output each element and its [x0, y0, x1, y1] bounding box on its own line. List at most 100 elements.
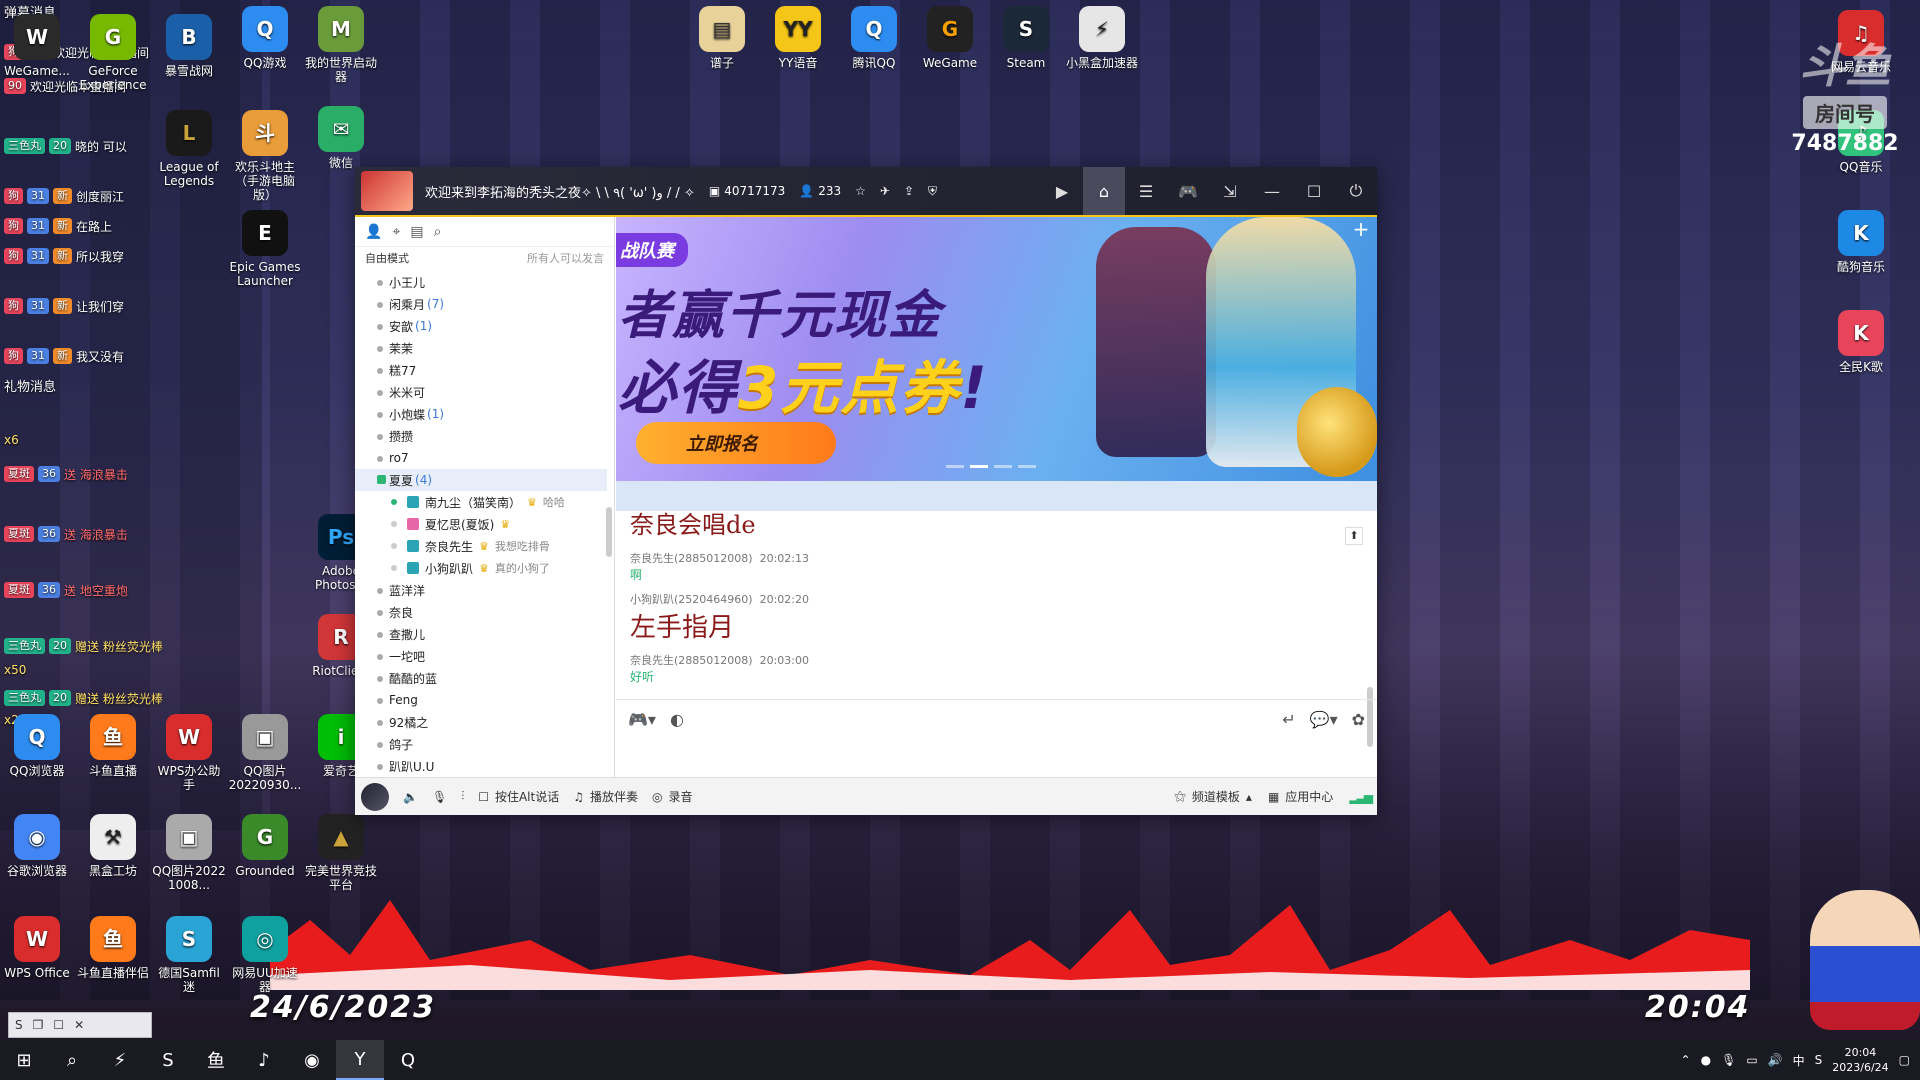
search-icon[interactable]: ⌕: [434, 224, 442, 240]
channel-user[interactable]: 小狗趴趴 ♛ 真的小狗了: [355, 557, 607, 579]
desktop-icon-douyu-companion[interactable]: 鱼斗鱼直播伴侣: [76, 916, 150, 980]
desktop-icon-wegame[interactable]: G WeGame: [913, 6, 987, 70]
qq-taskbar-icon[interactable]: Q: [384, 1040, 432, 1080]
desktop-icon-xiaoheihe[interactable]: ⚡ 小黑盒加速器: [1065, 6, 1139, 70]
desktop-icon-qqgame[interactable]: Q QQ游戏: [228, 6, 302, 70]
channel-item[interactable]: 鸽子: [355, 733, 607, 755]
app-center-button[interactable]: ▦ 应用中心: [1268, 788, 1333, 805]
flower-icon[interactable]: ✿: [1352, 710, 1365, 729]
promo-banner[interactable]: 战队赛 者赢千元现金 必得3元点券! 立即报名 +: [616, 217, 1377, 481]
mic-tray-icon[interactable]: 🎙: [1721, 1053, 1736, 1067]
channel-item[interactable]: 蓝洋洋: [355, 579, 607, 601]
list-icon[interactable]: ☰: [1125, 167, 1167, 215]
taskbar-preview[interactable]: S ❐ ☐ ✕: [8, 1012, 152, 1038]
checkbox-icon[interactable]: ☐: [478, 790, 489, 804]
desktop-icon-quanminkge[interactable]: K 全民K歌: [1824, 310, 1898, 374]
close-icon[interactable]: ✕: [74, 1018, 84, 1032]
add-icon[interactable]: +: [1351, 219, 1371, 239]
scroll-top-button[interactable]: ⬆: [1345, 527, 1363, 545]
chat-bubble-icon[interactable]: 💬▾: [1310, 710, 1338, 729]
ime-indicator[interactable]: 中: [1793, 1052, 1805, 1069]
location-icon[interactable]: ⌖: [392, 224, 400, 240]
desktop-icon-scores[interactable]: ▤ 谱子: [685, 6, 759, 70]
chat-sender[interactable]: 奈良先生(2885012008): [630, 552, 753, 565]
xiaoheihe-taskbar-icon[interactable]: ⚡: [96, 1040, 144, 1080]
desktop-icon-wechat[interactable]: ✉ 微信: [304, 106, 378, 170]
channel-item[interactable]: 一坨吧: [355, 645, 607, 667]
chevron-up-icon[interactable]: ⌃: [1681, 1053, 1691, 1067]
browser-taskbar-icon[interactable]: ◉: [288, 1040, 336, 1080]
desktop-icon-heihe-workshop[interactable]: ⚒ 黑盒工坊: [76, 814, 150, 878]
channel-item[interactable]: 小炮蝶 (1): [355, 403, 607, 425]
channel-item[interactable]: 小王儿: [355, 271, 607, 293]
airplane-icon[interactable]: ✈: [880, 184, 890, 198]
video-icon[interactable]: ▶: [1041, 167, 1083, 215]
channel-scrollbar[interactable]: [606, 507, 612, 557]
channel-user[interactable]: 夏忆思(夏饭) ♛: [355, 513, 607, 535]
desktop-icon-wps-office[interactable]: W WPS Office: [0, 916, 74, 980]
desktop-icon-wps-assistant[interactable]: W WPS办公助手: [152, 714, 226, 792]
channel-item[interactable]: 酷酷的蓝: [355, 667, 607, 689]
gamepad-icon[interactable]: 🎮: [1167, 167, 1209, 215]
collapse-icon[interactable]: ⇲: [1209, 167, 1251, 215]
channel-item[interactable]: 攒攒: [355, 425, 607, 447]
desktop-icon-qq-image-2[interactable]: ▣ QQ图片2022 1008...: [152, 814, 226, 892]
start-icon[interactable]: ⊞: [0, 1040, 48, 1080]
speak-mode[interactable]: 自由模式 所有人可以发言: [355, 247, 614, 269]
notes-icon[interactable]: ▤: [410, 224, 423, 240]
microphone-icon[interactable]: 🎙: [432, 790, 447, 804]
desktop-icon-chrome[interactable]: ◉ 谷歌浏览器: [0, 814, 74, 878]
share-icon[interactable]: ⇪: [904, 184, 914, 198]
desktop-icon-perfect-world[interactable]: ▲ 完美世界竞技平台: [304, 814, 378, 892]
channel-item[interactable]: 趴趴U.U: [355, 755, 607, 777]
network-icon[interactable]: ▭: [1746, 1053, 1757, 1067]
shield-icon[interactable]: ⛨: [928, 184, 937, 199]
desktop-icon-grounded[interactable]: G Grounded: [228, 814, 302, 878]
channel-item[interactable]: 安歆 (1): [355, 315, 607, 337]
search-icon[interactable]: ⌕: [48, 1040, 96, 1080]
volume-icon[interactable]: 🔊: [1768, 1053, 1783, 1067]
tray-app-icon[interactable]: ●: [1701, 1053, 1711, 1067]
favorite-icon[interactable]: ☆: [855, 184, 866, 198]
maximize-icon[interactable]: ☐: [53, 1018, 64, 1032]
desktop-icon-battlenet[interactable]: B 暴雪战网: [152, 14, 226, 78]
channel-item[interactable]: 奈良: [355, 601, 607, 623]
power-icon[interactable]: ⏻: [1335, 167, 1377, 215]
person-icon[interactable]: 👤: [365, 224, 382, 240]
desktop-icon-geforce[interactable]: G GeForce Experience: [76, 14, 150, 92]
channel-item[interactable]: 92橘之: [355, 711, 607, 733]
maximize-icon[interactable]: ☐: [1293, 167, 1335, 215]
channel-template-button[interactable]: ⚝ 频道模板 ▴: [1174, 788, 1252, 805]
yy-taskbar-icon[interactable]: Y: [336, 1040, 384, 1080]
speaker-icon[interactable]: 🔈: [403, 790, 418, 804]
steam-taskbar-icon[interactable]: S: [144, 1040, 192, 1080]
channel-item[interactable]: Feng: [355, 689, 607, 711]
desktop-icon-uu-booster[interactable]: ◎ 网易UU加速器: [228, 916, 302, 994]
desktop-icon-doudizhu[interactable]: 斗欢乐斗地主（手游电脑版）: [228, 110, 302, 202]
channel-user[interactable]: 奈良先生 ♛ 我想吃排骨: [355, 535, 607, 557]
desktop-icon-lol[interactable]: L League of Legends: [152, 110, 226, 188]
channel-item[interactable]: 茉茉: [355, 337, 607, 359]
notification-icon[interactable]: ▢: [1899, 1053, 1910, 1067]
channel-item[interactable]: 查撒儿: [355, 623, 607, 645]
self-avatar[interactable]: [361, 782, 389, 811]
desktop-icon-qq[interactable]: Q 腾讯QQ: [837, 6, 911, 70]
desktop-icon-wegame-left[interactable]: W WeGame...: [0, 14, 74, 78]
gamepad-emoji-icon[interactable]: 🎮▾: [628, 710, 656, 729]
window-icon[interactable]: ❐: [33, 1018, 44, 1032]
desktop-icon-steam[interactable]: S Steam: [989, 6, 1063, 70]
equalizer-icon[interactable]: ⫶: [461, 789, 464, 804]
chat-sender[interactable]: 奈良先生(2885012008): [630, 654, 753, 667]
desktop-icon-epic[interactable]: E Epic Games Launcher: [228, 210, 302, 288]
desktop-icon-qq-image-1[interactable]: ▣ QQ图片20220930...: [228, 714, 302, 792]
voice-change-icon[interactable]: ◐: [670, 710, 684, 729]
qqmusic-taskbar-icon[interactable]: ♪: [240, 1040, 288, 1080]
home-icon[interactable]: ⌂: [1083, 167, 1125, 215]
desktop-icon-yy[interactable]: YY YY语音: [761, 6, 835, 70]
chat-sender[interactable]: 小狗趴趴(2520464960): [630, 593, 753, 606]
accompany-button[interactable]: ♫ 播放伴奏: [573, 788, 638, 805]
channel-item[interactable]: 闲乘月 (7): [355, 293, 607, 315]
signup-button[interactable]: 立即报名: [636, 422, 836, 464]
minimize-icon[interactable]: —: [1251, 167, 1293, 215]
desktop-icon-qqbrowser[interactable]: Q QQ浏览器: [0, 714, 74, 778]
